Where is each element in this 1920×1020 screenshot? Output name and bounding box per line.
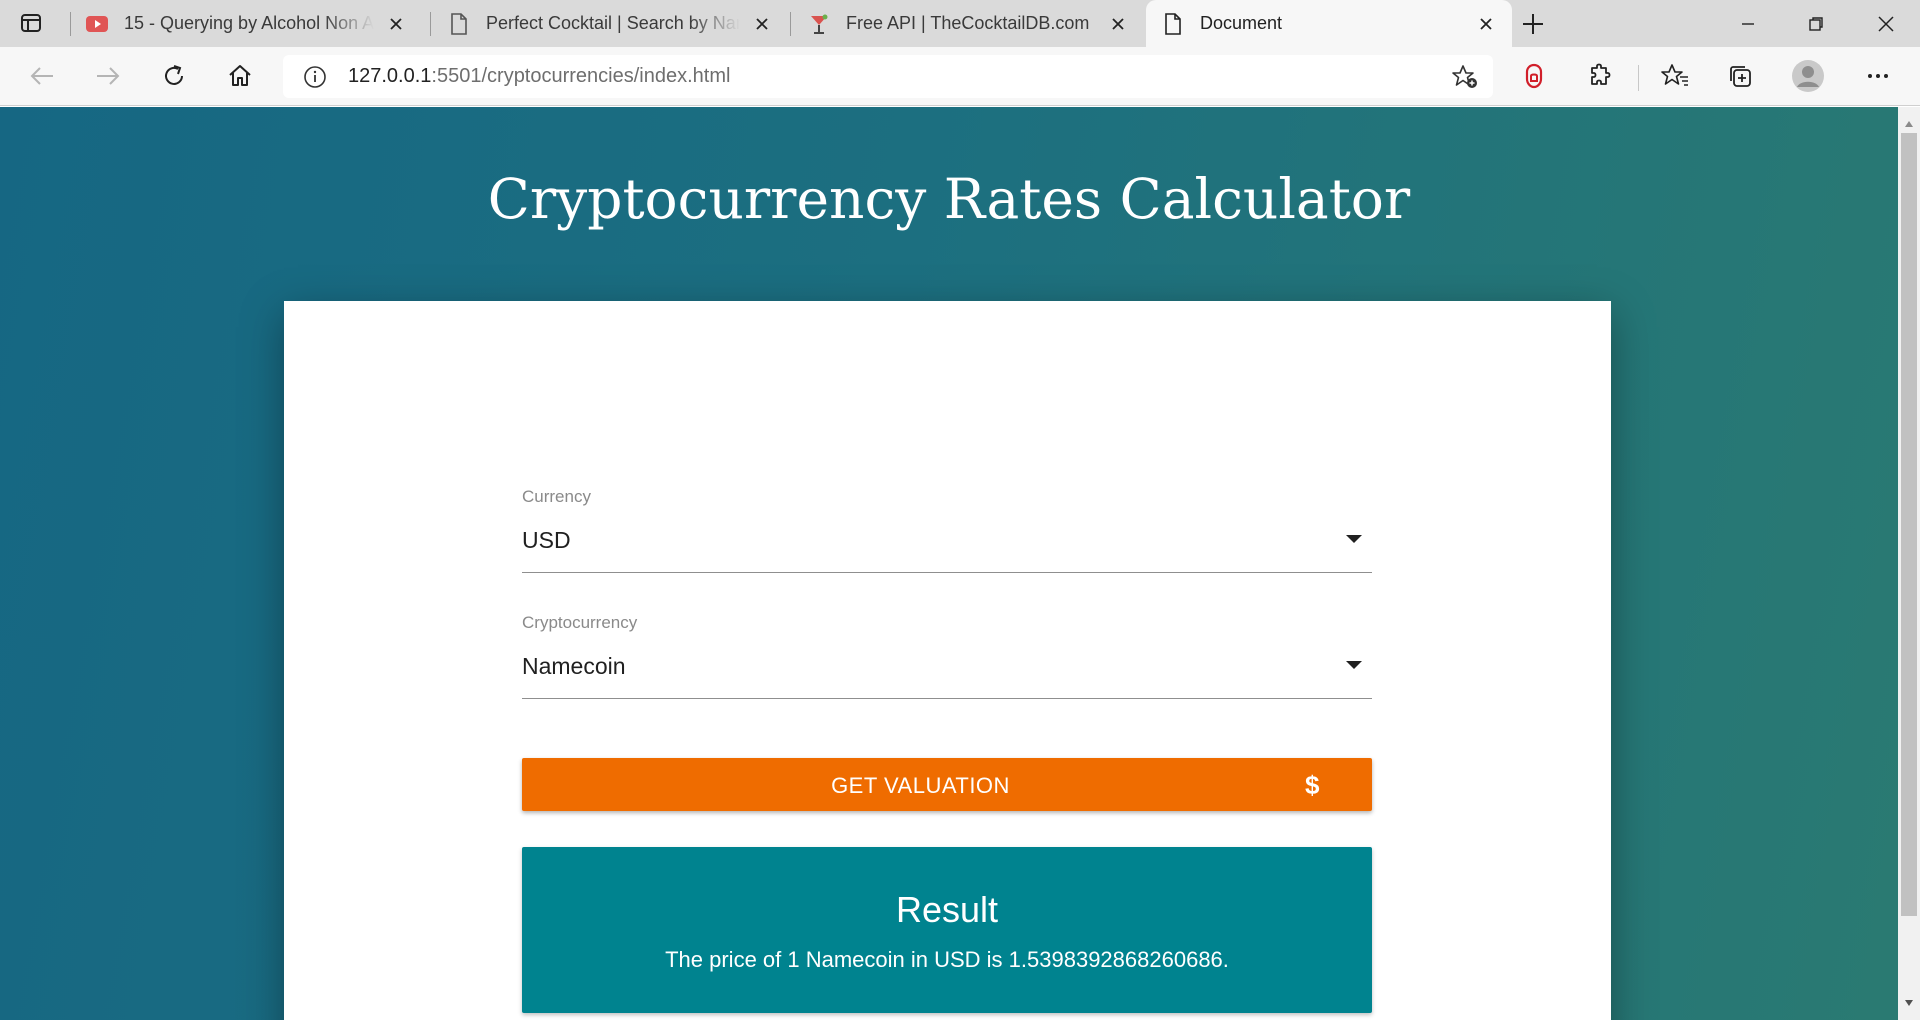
dollar-icon: $	[1305, 770, 1320, 800]
result-title: Result	[895, 889, 999, 930]
tab-cocktaildb[interactable]: Free API | TheCocktailDB.com	[792, 0, 1144, 47]
home-icon[interactable]	[224, 60, 256, 92]
page-icon	[448, 12, 470, 35]
avatar[interactable]	[1791, 59, 1825, 93]
currency-value: USD	[522, 527, 571, 553]
info-icon[interactable]	[303, 65, 327, 89]
caret-down-icon	[1346, 535, 1362, 543]
cryptocurrency-field: Cryptocurrency Namecoin	[522, 613, 1372, 699]
page-scrollbar[interactable]	[1898, 107, 1920, 1020]
tab-document[interactable]: Document	[1146, 0, 1512, 47]
scrollbar-thumb[interactable]	[1901, 133, 1917, 916]
toolbar-divider	[1638, 65, 1639, 91]
tab-title: Perfect Cocktail | Search by Nam	[486, 13, 740, 33]
currency-field: Currency USD	[522, 487, 1372, 573]
browser-window: 15 - Querying by Alcohol Non Al Perfect …	[0, 0, 1920, 1020]
forward-icon[interactable]	[92, 60, 124, 92]
scroll-down-icon[interactable]	[1904, 994, 1914, 1012]
tab-title: 15 - Querying by Alcohol Non Al	[124, 13, 374, 33]
close-icon[interactable]	[384, 12, 408, 36]
collections-icon[interactable]	[1724, 60, 1756, 92]
result-text: The price of 1 Namecoin in USD is 1.5398…	[665, 947, 1229, 972]
close-icon[interactable]	[1106, 12, 1130, 36]
currency-select[interactable]: USD	[522, 523, 1372, 573]
currency-label: Currency	[522, 487, 591, 506]
add-favorite-icon[interactable]	[1451, 64, 1479, 90]
page-viewport: Cryptocurrency Rates Calculator Currency…	[0, 107, 1898, 1020]
address-bar[interactable]: 127.0.0.1:5501/cryptocurrencies/index.ht…	[283, 55, 1493, 98]
favorites-icon[interactable]	[1659, 60, 1691, 92]
restore-icon[interactable]	[1782, 0, 1850, 47]
extensions-icon[interactable]	[1584, 60, 1616, 92]
get-valuation-label: GET VALUATION	[831, 773, 1010, 798]
cryptocurrency-select[interactable]: Namecoin	[522, 649, 1372, 699]
get-valuation-button[interactable]: GET VALUATION $	[522, 758, 1372, 811]
page-title: Cryptocurrency Rates Calculator	[487, 167, 1411, 231]
youtube-icon	[86, 13, 108, 35]
tab-title: Free API | TheCocktailDB.com	[846, 13, 1090, 33]
close-window-icon[interactable]	[1852, 0, 1920, 47]
new-tab-icon[interactable]	[1520, 11, 1546, 37]
url-path: :5501/cryptocurrencies/index.html	[431, 65, 731, 87]
tab-actions-icon[interactable]	[20, 12, 42, 34]
tab-separator	[430, 12, 431, 36]
refresh-icon[interactable]	[158, 60, 190, 92]
close-icon[interactable]	[1474, 12, 1498, 36]
url-text[interactable]: 127.0.0.1:5501/cryptocurrencies/index.ht…	[348, 65, 730, 88]
shield-icon[interactable]	[1518, 60, 1550, 92]
tab-youtube[interactable]: 15 - Querying by Alcohol Non Al	[70, 0, 422, 47]
calculator-card: Currency USD Cryptocurrency Namecoin GET…	[284, 301, 1611, 1020]
result-panel: Result The price of 1 Namecoin in USD is…	[522, 847, 1372, 1013]
page-icon	[1162, 12, 1184, 35]
url-host: 127.0.0.1	[348, 65, 432, 87]
browser-toolbar: 127.0.0.1:5501/cryptocurrencies/index.ht…	[0, 47, 1920, 106]
tab-title: Document	[1200, 13, 1283, 33]
scroll-up-icon[interactable]	[1904, 115, 1914, 133]
close-icon[interactable]	[750, 12, 774, 36]
more-icon[interactable]	[1862, 60, 1894, 92]
tab-perfect-cocktail[interactable]: Perfect Cocktail | Search by Nam	[432, 0, 788, 47]
minimize-icon[interactable]	[1714, 0, 1782, 47]
tab-separator	[790, 12, 791, 36]
cocktail-icon	[808, 13, 830, 35]
back-icon[interactable]	[26, 60, 58, 92]
tab-strip: 15 - Querying by Alcohol Non Al Perfect …	[0, 0, 1920, 47]
caret-down-icon	[1346, 661, 1362, 669]
cryptocurrency-label: Cryptocurrency	[522, 613, 638, 632]
cryptocurrency-value: Namecoin	[522, 653, 626, 679]
